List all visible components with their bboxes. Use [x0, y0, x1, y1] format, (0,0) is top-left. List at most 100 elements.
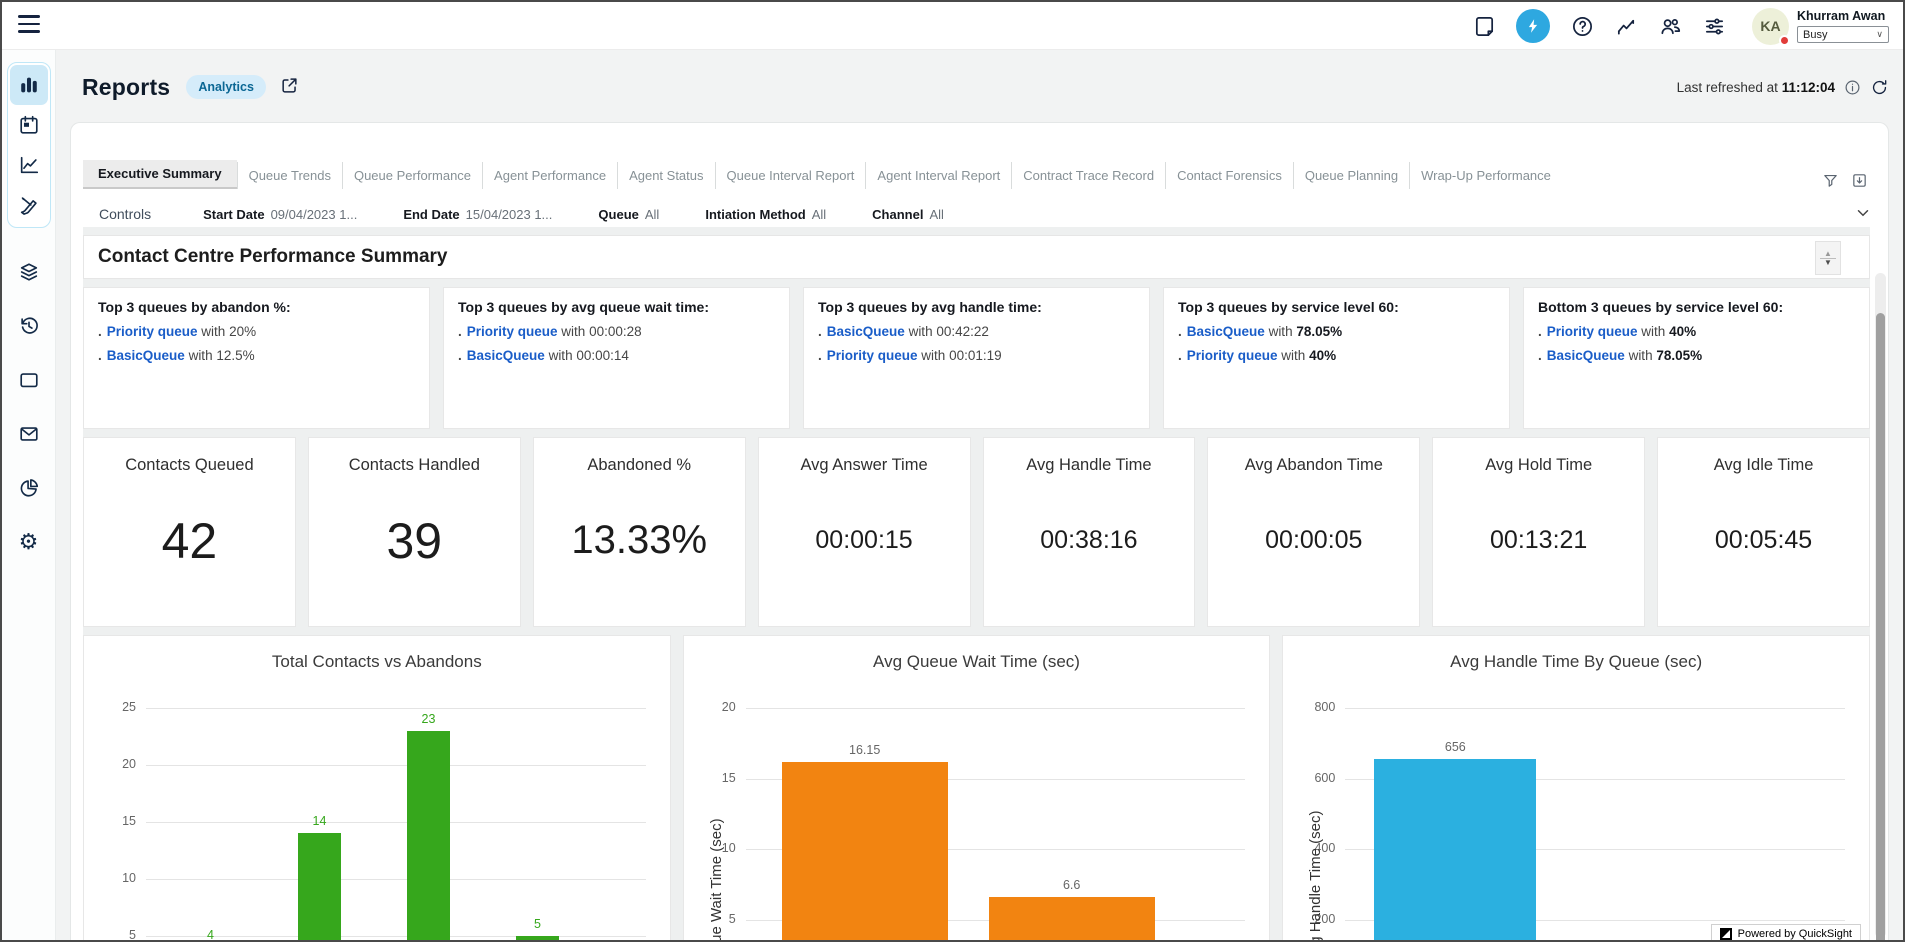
busy-presence-dot — [1779, 35, 1790, 46]
kpi-card-avg-idle-time: Avg Idle Time00:05:45 — [1657, 437, 1870, 627]
collapse-controls-chevron-icon[interactable] — [1854, 204, 1872, 225]
y-axis-tick: 15 — [94, 814, 136, 828]
filter-value: All — [812, 207, 826, 222]
filter-channel[interactable]: ChannelAll — [872, 207, 944, 222]
gridline — [746, 708, 1246, 709]
filter-start-date[interactable]: Start Date09/04/2023 1... — [203, 207, 357, 222]
queue-link[interactable]: BasicQueue — [467, 348, 545, 363]
filter-queue[interactable]: QueueAll — [598, 207, 659, 222]
gridline — [146, 879, 646, 880]
mail-icon[interactable] — [10, 414, 48, 454]
window-icon[interactable] — [10, 360, 48, 400]
open-in-new-tab-icon[interactable] — [280, 76, 299, 98]
line-chart-icon[interactable] — [10, 145, 48, 185]
avatar[interactable]: KA — [1752, 8, 1789, 45]
notes-icon[interactable] — [1462, 9, 1506, 43]
tab-queue-interval-report[interactable]: Queue Interval Report — [715, 162, 866, 189]
calendar-icon[interactable] — [10, 105, 48, 145]
page-header: Reports Analytics Last refreshed at 11:1… — [82, 66, 1889, 108]
bar-value-label: 656 — [1354, 740, 1556, 754]
tab-queue-performance[interactable]: Queue Performance — [342, 162, 482, 189]
queue-link[interactable]: Priority queue — [1187, 348, 1278, 363]
filter-value: 09/04/2023 1... — [271, 207, 358, 222]
export-icon[interactable] — [1851, 172, 1868, 189]
insight-card: Bottom 3 queues by service level 60:.Pri… — [1523, 287, 1870, 429]
y-axis-label: Avg Queue Wait Time (sec) — [708, 818, 725, 940]
insight-item: .BasicQueue with 12.5% — [98, 348, 415, 363]
filter-icon[interactable] — [1822, 172, 1839, 189]
charts-row: Total Contacts vs Abandons51015202541423… — [83, 635, 1870, 940]
bullet-dot: . — [458, 348, 462, 363]
y-axis-tick: 10 — [94, 871, 136, 885]
queue-link[interactable]: Priority queue — [1547, 324, 1638, 339]
bar-total-contacts — [516, 936, 559, 940]
tab-queue-planning[interactable]: Queue Planning — [1293, 162, 1409, 189]
y-axis-tick: 15 — [694, 771, 736, 785]
insight-item: .BasicQueue with 78.05% — [1178, 324, 1495, 339]
main-content: Reports Analytics Last refreshed at 11:1… — [56, 50, 1903, 940]
dashboard-embed: Contact Centre Performance Summary ▲ ▼ T… — [83, 227, 1870, 940]
analytics-icon[interactable] — [1604, 9, 1648, 43]
quicksight-logo-icon — [1720, 928, 1732, 940]
tab-agent-status[interactable]: Agent Status — [617, 162, 714, 189]
tab-wrap-up-performance[interactable]: Wrap-Up Performance — [1409, 162, 1562, 189]
tab-contract-trace-record[interactable]: Contract Trace Record — [1011, 162, 1165, 189]
tab-executive-summary[interactable]: Executive Summary — [83, 160, 237, 189]
queue-link[interactable]: Priority queue — [107, 324, 198, 339]
insight-value: 40% — [1309, 348, 1336, 363]
insight-item: .Priority queue with 20% — [98, 324, 415, 339]
queue-link[interactable]: Priority queue — [467, 324, 558, 339]
hamburger-menu-icon[interactable] — [18, 15, 40, 33]
bar-value-label: 5 — [496, 917, 579, 931]
tab-agent-interval-report[interactable]: Agent Interval Report — [865, 162, 1011, 189]
spinner-down-icon[interactable]: ▼ — [1824, 258, 1832, 267]
queue-link[interactable]: BasicQueue — [107, 348, 185, 363]
sidebar-analytics-group — [7, 62, 51, 228]
filter-value: 15/04/2023 1... — [466, 207, 553, 222]
tab-queue-trends[interactable]: Queue Trends — [237, 162, 342, 189]
help-icon[interactable] — [1560, 9, 1604, 43]
filter-end-date[interactable]: End Date15/04/2023 1... — [403, 207, 552, 222]
history-icon[interactable] — [10, 306, 48, 346]
gridline — [146, 708, 646, 709]
insight-card: Top 3 queues by service level 60: .BasicQ… — [1163, 287, 1510, 429]
tab-contact-forensics[interactable]: Contact Forensics — [1165, 162, 1293, 189]
sidebar: ⚙ — [2, 50, 56, 940]
filter-intiation-method[interactable]: Intiation MethodAll — [705, 207, 826, 222]
layers-icon[interactable] — [10, 252, 48, 292]
settings-sliders-icon[interactable] — [1692, 9, 1736, 43]
report-tabs: Executive SummaryQueue TrendsQueue Perfo… — [83, 160, 1810, 189]
bar-total-contacts — [407, 731, 450, 940]
queue-link[interactable]: Priority queue — [827, 348, 918, 363]
insight-item: .BasicQueue with 78.05% — [1538, 348, 1855, 363]
queue-link[interactable]: BasicQueue — [1187, 324, 1265, 339]
refresh-icon[interactable] — [1870, 78, 1889, 97]
kpi-value-wrap: 00:05:45 — [1715, 475, 1812, 606]
chart-avg-queue-wait-time-sec-: Avg Queue Wait Time (sec)510152016.156.6… — [683, 635, 1271, 940]
chevron-down-icon: ∨ — [1876, 29, 1883, 40]
flash-icon[interactable] — [1516, 9, 1550, 43]
quicksight-badge-text: Powered by QuickSight — [1738, 928, 1852, 940]
y-axis-tick: 800 — [1293, 700, 1335, 714]
sheet-spinner[interactable]: ▲ ▼ — [1815, 241, 1841, 275]
chart-avg-handle-time-by-queue-sec-: Avg Handle Time By Queue (sec)2004006008… — [1282, 635, 1870, 940]
kpi-card-abandoned-: Abandoned %13.33% — [533, 437, 746, 627]
insight-value: 40% — [1669, 324, 1696, 339]
status-select[interactable]: Busy ∨ — [1797, 26, 1889, 43]
bar-chart-icon[interactable] — [10, 65, 48, 105]
kpi-card-avg-answer-time: Avg Answer Time00:00:15 — [758, 437, 971, 627]
brush-icon[interactable] — [10, 185, 48, 225]
vertical-scrollbar[interactable] — [1875, 273, 1886, 938]
insight-card-title: Top 3 queues by service level 60: — [1178, 299, 1495, 315]
reports-panel: Executive SummaryQueue TrendsQueue Perfo… — [70, 122, 1889, 940]
info-icon[interactable] — [1844, 79, 1861, 96]
scrollbar-thumb[interactable] — [1876, 313, 1885, 942]
agents-icon[interactable] — [1648, 9, 1692, 43]
insight-card: Top 3 queues by abandon %:.Priority queu… — [83, 287, 430, 429]
chart-total-contacts-vs-abandons: Total Contacts vs Abandons51015202541423… — [83, 635, 671, 940]
queue-link[interactable]: BasicQueue — [827, 324, 905, 339]
gear-icon[interactable]: ⚙ — [10, 522, 48, 562]
queue-link[interactable]: BasicQueue — [1547, 348, 1625, 363]
pie-chart-icon[interactable] — [10, 468, 48, 508]
tab-agent-performance[interactable]: Agent Performance — [482, 162, 617, 189]
